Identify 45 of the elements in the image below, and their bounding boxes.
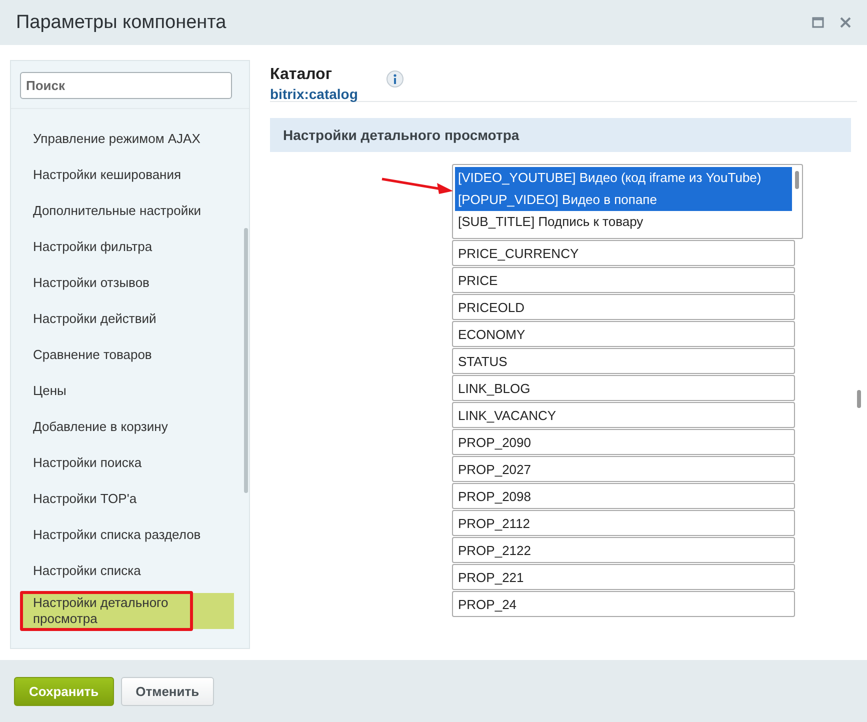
input-field[interactable]: PROP_2122 xyxy=(452,537,795,563)
search-field[interactable]: Поиск xyxy=(20,72,232,99)
input-field[interactable]: PROP_24 xyxy=(452,591,795,617)
sidebar-item[interactable]: Настройки действий xyxy=(21,301,234,337)
sidebar-item[interactable]: Сравнение товаров xyxy=(21,337,234,373)
input-field[interactable]: PRICE xyxy=(452,267,795,293)
sidebar-item[interactable]: Настройки фильтра xyxy=(21,229,234,265)
input-field[interactable]: LINK_BLOG xyxy=(452,375,795,401)
input-field[interactable]: PROP_2027 xyxy=(452,456,795,482)
section-header: Настройки детального просмотра xyxy=(270,118,851,152)
info-icon[interactable] xyxy=(386,70,404,88)
sidebar-item[interactable]: Настройки отзывов xyxy=(21,265,234,301)
sidebar-item[interactable]: Настройки списка xyxy=(21,553,234,589)
component-title: Каталог xyxy=(270,66,333,84)
scrollbar-thumb[interactable] xyxy=(795,171,799,189)
sidebar-item[interactable]: Дополнительные настройки xyxy=(21,193,234,229)
scrollbar-thumb[interactable] xyxy=(244,228,248,493)
sidebar-item[interactable]: Настройки списка разделов xyxy=(21,517,234,553)
list-option[interactable]: [VIDEO_YOUTUBE] Видео (код iframe из YouTube) xyxy=(455,167,792,189)
window-title: Параметры компонента xyxy=(16,12,226,34)
annotation-arrow xyxy=(381,177,453,195)
input-field[interactable]: STATUS xyxy=(452,348,795,374)
list-option[interactable]: [SUB_TITLE] Подпись к товару xyxy=(455,211,792,233)
multi-select-list[interactable]: [VIDEO_YOUTUBE] Видео (код iframe из YouTube) [POPUP_VIDEO] Видео в попапе [SUB_TITLE] Подпись к товару xyxy=(452,164,803,239)
input-field[interactable]: LINK_VACANCY xyxy=(452,402,795,428)
maximize-icon[interactable] xyxy=(812,17,824,28)
close-icon[interactable] xyxy=(840,17,851,28)
input-field[interactable]: PROP_2090 xyxy=(452,429,795,455)
sidebar-item[interactable]: Настройки кеширования xyxy=(21,157,234,193)
input-field[interactable]: PRICEOLD xyxy=(452,294,795,320)
input-field[interactable]: PROP_221 xyxy=(452,564,795,590)
input-field[interactable]: PRICE_CURRENCY xyxy=(452,240,795,266)
scrollbar-thumb[interactable] xyxy=(857,390,861,408)
sidebar-item[interactable]: Цены xyxy=(21,373,234,409)
list-option[interactable]: [POPUP_VIDEO] Видео в попапе xyxy=(455,189,792,211)
sidebar-item[interactable]: Настройки поиска xyxy=(21,445,234,481)
sidebar-item[interactable]: Настройки детального просмотра xyxy=(21,593,234,629)
input-field[interactable]: PROP_2098 xyxy=(452,483,795,509)
input-field[interactable]: ECONOMY xyxy=(452,321,795,347)
sidebar-item[interactable]: Добавление в корзину xyxy=(21,409,234,445)
cancel-button[interactable]: Отменить xyxy=(120,676,214,706)
sidebar-item[interactable]: Управление режимом AJAX xyxy=(21,121,234,157)
sidebar-item[interactable]: Настройки TOP'а xyxy=(21,481,234,517)
input-field[interactable]: PROP_2112 xyxy=(452,510,795,536)
component-code: bitrix:catalog xyxy=(270,86,358,102)
